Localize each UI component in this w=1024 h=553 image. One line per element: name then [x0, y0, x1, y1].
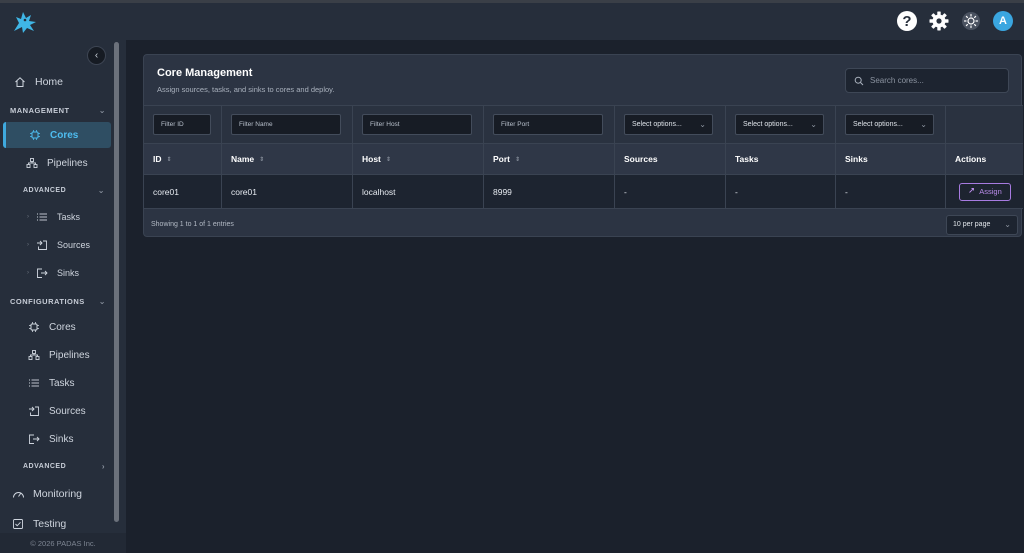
section-management-advanced[interactable]: ADVANCED ⌄ — [23, 186, 105, 195]
link-icon — [968, 187, 975, 196]
source-import-icon — [27, 404, 41, 418]
sort-icon: ⇕ — [515, 156, 521, 163]
avatar[interactable]: A — [992, 10, 1014, 32]
column-header-host[interactable]: Host ⇕ — [353, 144, 484, 174]
cell-tasks: - — [726, 175, 836, 208]
sidebar: ‹ Home MANAGEMENT ⌄ Cores Pipelines ADVA… — [0, 40, 126, 553]
table-row: core01 core01 localhost 8999 - - - Assig… — [144, 174, 1023, 209]
bullet-icon: › — [27, 270, 29, 276]
sidebar-item-monitoring[interactable]: Monitoring — [11, 487, 82, 501]
column-header-actions: Actions — [955, 154, 987, 164]
chevron-down-icon: ⌄ — [97, 186, 105, 195]
table-header-row: ID ⇕ Name ⇕ Host ⇕ Port ⇕ Sources Tasks Sink… — [144, 143, 1023, 174]
chevron-down-icon: ⌄ — [98, 297, 106, 306]
sidebar-item-sinks[interactable]: › Sinks — [27, 266, 79, 280]
cell-sources: - — [615, 175, 726, 208]
entries-count: Showing 1 to 1 of 1 entries — [151, 221, 234, 228]
top-bar: ? A — [0, 0, 1024, 40]
dragon-logo-icon[interactable] — [10, 9, 40, 35]
cell-port: 8999 — [484, 175, 615, 208]
help-icon[interactable]: ? — [896, 10, 918, 32]
sidebar-item-tasks[interactable]: › Tasks — [27, 210, 80, 224]
search-icon — [854, 76, 864, 86]
cpu-icon — [28, 128, 42, 142]
chevron-down-icon: ⌄ — [98, 106, 106, 115]
filter-tasks-select[interactable]: Select options... ⌄ — [735, 114, 824, 135]
filter-id-input[interactable]: Filter ID — [153, 114, 211, 135]
sidebar-scrollbar[interactable] — [114, 42, 119, 522]
section-configurations-advanced[interactable]: ADVANCED › — [23, 462, 105, 471]
column-header-sources: Sources — [615, 144, 726, 174]
table-footer: Showing 1 to 1 of 1 entries 10 per page … — [144, 211, 1023, 238]
pipelines-icon — [27, 348, 41, 362]
sidebar-item-config-pipelines[interactable]: Pipelines — [27, 348, 90, 362]
list-icon — [27, 376, 41, 390]
assign-button[interactable]: Assign — [959, 182, 1011, 201]
sidebar-item-home[interactable]: Home — [13, 75, 63, 89]
filter-sources-select[interactable]: Select options... ⌄ — [624, 114, 713, 135]
cell-host: localhost — [353, 175, 484, 208]
source-import-icon — [35, 238, 49, 252]
list-icon — [35, 210, 49, 224]
chevron-down-icon: ⌄ — [920, 120, 927, 129]
page-subtitle: Assign sources, tasks, and sinks to core… — [157, 85, 335, 94]
sidebar-item-config-sinks[interactable]: Sinks — [27, 432, 73, 446]
filter-port-input[interactable]: Filter Port — [493, 114, 603, 135]
sink-export-icon — [27, 432, 41, 446]
cell-actions: Assign — [946, 175, 1023, 208]
sidebar-item-config-tasks[interactable]: Tasks — [27, 376, 75, 390]
chevron-down-icon: ⌄ — [1004, 220, 1011, 229]
pipelines-icon — [25, 156, 39, 170]
cores-table: Filter ID Filter Name Filter Host Filter… — [144, 105, 1023, 209]
sidebar-item-pipelines[interactable]: Pipelines — [25, 156, 88, 170]
column-header-name[interactable]: Name ⇕ — [222, 144, 353, 174]
bullet-icon: › — [27, 242, 29, 248]
sidebar-item-testing[interactable]: Testing — [11, 517, 66, 531]
sort-icon: ⇕ — [166, 156, 172, 163]
filter-row: Filter ID Filter Name Filter Host Filter… — [144, 105, 1023, 143]
sidebar-item-config-sources[interactable]: Sources — [27, 404, 86, 418]
sort-icon: ⇕ — [259, 156, 265, 163]
sort-icon: ⇕ — [385, 156, 391, 163]
home-icon — [13, 75, 27, 89]
sink-export-icon — [35, 266, 49, 280]
column-header-sinks: Sinks — [836, 144, 946, 174]
cpu-icon — [27, 320, 41, 334]
sidebar-item-cores-active[interactable]: Cores — [3, 122, 111, 148]
copyright-footer: © 2026 PADAS Inc. — [0, 533, 126, 553]
filter-host-input[interactable]: Filter Host — [362, 114, 472, 135]
column-header-id[interactable]: ID ⇕ — [144, 144, 222, 174]
chevron-down-icon: ⌄ — [810, 120, 817, 129]
cell-sinks: - — [836, 175, 946, 208]
core-management-panel: Core Management Assign sources, tasks, a… — [143, 54, 1023, 238]
search-input[interactable]: Search cores... — [845, 68, 1009, 93]
filter-sinks-select[interactable]: Select options... ⌄ — [845, 114, 934, 135]
search-placeholder: Search cores... — [870, 76, 924, 85]
page-title: Core Management — [157, 67, 253, 79]
chevron-down-icon: ⌄ — [699, 120, 706, 129]
theme-toggle-sun-icon[interactable] — [960, 10, 982, 32]
gauge-icon — [11, 487, 25, 501]
chevron-right-icon: › — [101, 462, 105, 471]
column-header-tasks: Tasks — [726, 144, 836, 174]
column-header-port[interactable]: Port ⇕ — [484, 144, 615, 174]
per-page-select[interactable]: 10 per page ⌄ — [946, 214, 1018, 235]
gear-icon[interactable] — [928, 10, 950, 32]
sidebar-item-config-cores[interactable]: Cores — [27, 320, 76, 334]
cell-name: core01 — [222, 175, 353, 208]
bullet-icon: › — [27, 214, 29, 220]
checklist-icon — [11, 517, 25, 531]
chevron-left-icon: ‹ — [94, 50, 99, 61]
filter-name-input[interactable]: Filter Name — [231, 114, 341, 135]
sidebar-item-sources[interactable]: › Sources — [27, 238, 90, 252]
collapse-sidebar-button[interactable]: ‹ — [87, 46, 106, 65]
section-configurations[interactable]: CONFIGURATIONS ⌄ — [10, 297, 106, 306]
section-management[interactable]: MANAGEMENT ⌄ — [10, 106, 106, 115]
cell-id: core01 — [144, 175, 222, 208]
